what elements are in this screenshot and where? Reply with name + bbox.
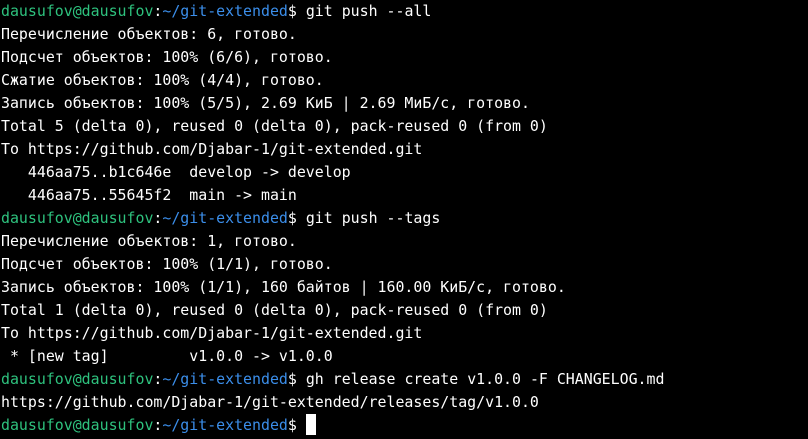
output-line: Total 1 (delta 0), reused 0 (delta 0), p… bbox=[1, 301, 548, 319]
terminal-window[interactable]: dausufov@dausufov:~/git-extended$ git pu… bbox=[0, 0, 808, 439]
output-line: 446aa75..55645f2 main -> main bbox=[1, 186, 297, 204]
text-cursor bbox=[305, 414, 316, 435]
command-text: git push --tags bbox=[305, 209, 441, 227]
active-prompt-line[interactable]: dausufov@dausufov:~/git-extended$ bbox=[0, 414, 808, 437]
output-line: Total 5 (delta 0), reused 0 (delta 0), p… bbox=[1, 117, 548, 135]
prompt-line: dausufov@dausufov:~/git-extended$ git pu… bbox=[1, 209, 441, 227]
prompt-symbol: $ bbox=[287, 2, 297, 20]
output-line: Запись объектов: 100% (5/5), 2.69 КиБ | … bbox=[1, 94, 530, 112]
output-line: Запись объектов: 100% (1/1), 160 байтов … bbox=[1, 278, 566, 296]
output-line: Сжатие объектов: 100% (4/4), готово. bbox=[1, 71, 324, 89]
output-line: 446aa75..b1c646e develop -> develop bbox=[1, 163, 351, 181]
prompt-user-host: dausufov@dausufov bbox=[1, 416, 154, 434]
output-line: Перечисление объектов: 1, готово. bbox=[1, 232, 297, 250]
output-line: To https://github.com/Djabar-1/git-exten… bbox=[1, 140, 423, 158]
command-text: git push --all bbox=[305, 2, 432, 20]
prompt-user-host: dausufov@dausufov bbox=[1, 2, 154, 20]
output-line: Перечисление объектов: 6, готово. bbox=[1, 25, 297, 43]
prompt-path: ~/git-extended bbox=[162, 2, 288, 20]
prompt-user-host: dausufov@dausufov bbox=[1, 209, 154, 227]
output-line: Подсчет объектов: 100% (1/1), готово. bbox=[1, 255, 333, 273]
prompt-path: ~/git-extended bbox=[162, 209, 288, 227]
prompt-symbol: $ bbox=[287, 416, 297, 434]
prompt-line: dausufov@dausufov:~/git-extended$ gh rel… bbox=[1, 370, 665, 388]
prompt-symbol: $ bbox=[287, 209, 297, 227]
prompt-symbol: $ bbox=[287, 370, 297, 388]
output-line: https://github.com/Djabar-1/git-extended… bbox=[1, 393, 539, 411]
output-line: * [new tag] v1.0.0 -> v1.0.0 bbox=[1, 347, 333, 365]
prompt-path: ~/git-extended bbox=[162, 416, 288, 434]
output-line: To https://github.com/Djabar-1/git-exten… bbox=[1, 324, 423, 342]
prompt-line: dausufov@dausufov:~/git-extended$ git pu… bbox=[1, 2, 432, 20]
command-text: gh release create v1.0.0 -F CHANGELOG.md bbox=[305, 370, 665, 388]
prompt-user-host: dausufov@dausufov bbox=[1, 370, 154, 388]
output-line: Подсчет объектов: 100% (6/6), готово. bbox=[1, 48, 333, 66]
prompt-path: ~/git-extended bbox=[162, 370, 288, 388]
